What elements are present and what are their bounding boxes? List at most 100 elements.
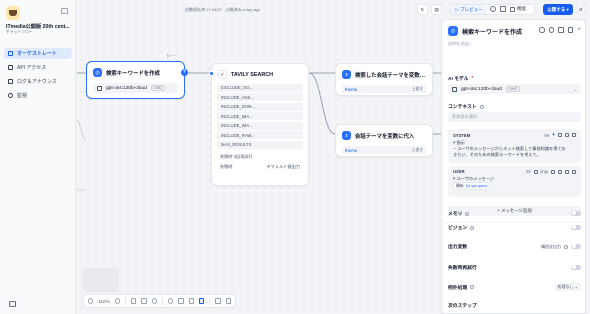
add-node-icon[interactable]	[167, 298, 174, 304]
next-step-row: 次のステップ	[448, 302, 581, 309]
description-input[interactable]: 説明を追加...	[448, 41, 472, 47]
hand-icon[interactable]	[199, 298, 205, 304]
model-badge: CHAT	[505, 86, 520, 92]
sidebar-item-monitor[interactable]: 監視	[4, 90, 72, 101]
variable-mode: 上書き	[411, 86, 423, 91]
delete-icon[interactable]	[558, 169, 562, 174]
expand-icon[interactable]	[572, 133, 576, 137]
features-icon	[510, 6, 515, 12]
user-prompt-actions: 28 jinja	[526, 169, 576, 174]
zoom-in-icon[interactable]	[114, 298, 120, 304]
tavily-search-node[interactable]: ✓ TAVILY SEARCH EXCLUDE_DO... INCLUDE_AN…	[211, 63, 309, 186]
add-note-icon[interactable]	[178, 298, 184, 304]
param-row: INCLUDE_ANS...	[217, 93, 303, 101]
copy-icon[interactable]	[565, 169, 569, 174]
pointer-icon[interactable]	[188, 298, 194, 304]
divider	[442, 222, 585, 223]
vision-toggle[interactable]	[571, 224, 581, 231]
maximize-icon[interactable]	[225, 298, 232, 304]
assign-icon: x	[342, 131, 351, 140]
more-icon[interactable]	[567, 27, 574, 33]
panel-title[interactable]: 検索キーワードを作成	[462, 27, 522, 36]
assign-node-1[interactable]: x 検索した会話テーマを変数に代入 theme 上書き	[335, 63, 433, 96]
history-icon[interactable]	[490, 6, 496, 12]
user-prompt-box[interactable]: USER 28 jinja # ユーザのメッセージ 開始 {x} sys.que…	[448, 166, 581, 197]
panel-header-actions: ×	[539, 27, 581, 33]
structured-output-label: 構造化出力	[541, 243, 561, 249]
checklist-icon[interactable]: ↻	[417, 4, 428, 15]
structured-output-wrap: 構造化出力	[541, 244, 581, 250]
node-title: 検索キーワードを作成	[106, 70, 160, 77]
sidebar-item-orchestrate[interactable]: オーケストレート	[4, 48, 72, 59]
panel-header: ◎ 検索キーワードを作成 ×	[448, 26, 581, 36]
user-label: USER	[453, 169, 465, 174]
system-prompt-box[interactable]: SYSTEM 99 + # 指示 ・ユーザのメッセージからネット検索して事前知識…	[448, 129, 581, 163]
history-icon[interactable]	[151, 298, 157, 304]
system-prompt-text[interactable]: # 指示 ・ユーザのメッセージからネット検索して事前知識を得てお きたい、そのた…	[453, 140, 576, 158]
memory-toggle[interactable]	[571, 210, 581, 217]
sidebar-item-label: 監視	[17, 93, 28, 99]
model-icon	[452, 86, 457, 92]
features-button[interactable]: 機能	[510, 6, 526, 12]
assign-icon: x	[342, 70, 351, 79]
output-variables-label: 出力変数	[448, 245, 468, 250]
redo-icon[interactable]	[141, 298, 147, 304]
model-name: gpt-oss:120b-cloud	[106, 85, 147, 91]
publish-button[interactable]: 公開する ▾	[543, 4, 573, 15]
minimap[interactable]	[83, 268, 119, 292]
exception-handling-select[interactable]: 処理なし ⌄	[554, 283, 581, 291]
section-label: コンテキスト	[448, 105, 477, 110]
app-icon[interactable]	[6, 6, 20, 20]
log-icon	[8, 79, 13, 84]
user-prompt-text[interactable]: # ユーザのメッセージ 開始 {x} sys.query	[453, 176, 576, 190]
zoom-level[interactable]: 110%	[98, 299, 109, 304]
env-variables-icon[interactable]: ▤	[431, 4, 442, 15]
model-selector[interactable]: gpt-oss:120b-cloud CHAT ⌄	[448, 84, 581, 94]
close-icon[interactable]: ×	[577, 27, 581, 33]
variable-icon[interactable]	[558, 133, 562, 137]
system-prompt-header: SYSTEM 99 +	[453, 132, 576, 138]
sidebar-item-api[interactable]: API アクセス	[4, 62, 72, 73]
jinja-label: jinja	[540, 169, 548, 174]
restore-icon[interactable]: ↺	[575, 4, 586, 15]
run-icon[interactable]	[539, 27, 545, 33]
memory-label: メモリ	[448, 212, 463, 217]
help-icon	[564, 244, 568, 249]
assign-node-2[interactable]: x 会話テーマを変数に代入 theme 上書き	[335, 124, 433, 157]
model-name: gpt-oss:120b-cloud	[461, 86, 502, 92]
layout-icon[interactable]	[215, 298, 221, 304]
copy-icon[interactable]	[565, 133, 569, 137]
input-handle[interactable]	[209, 71, 214, 76]
variable-name: theme	[345, 86, 358, 92]
node-toolbar[interactable]: ▷ ⋯	[167, 53, 177, 59]
link-icon[interactable]	[558, 27, 564, 33]
help-icon	[470, 225, 475, 230]
jinja-toggle-icon[interactable]	[533, 169, 538, 174]
expand-panel-icon[interactable]	[9, 301, 16, 307]
undo-icon[interactable]	[130, 298, 137, 304]
variable-reference[interactable]: 開始 {x} sys.query	[453, 182, 491, 190]
settings-icon[interactable]	[500, 6, 506, 12]
add-icon[interactable]: +	[552, 132, 555, 138]
zoom-out-icon[interactable]	[88, 298, 94, 304]
exception-handling-row: 例外処理 処理なし ⌄	[448, 283, 581, 291]
context-variable-select[interactable]: 変数値を選択	[448, 112, 581, 122]
node-header: ✓ TAVILY SEARCH	[212, 64, 308, 82]
structured-output-toggle[interactable]	[571, 243, 581, 250]
expand-icon[interactable]	[572, 169, 576, 174]
help-icon[interactable]	[548, 27, 555, 33]
context-section-label: コンテキスト	[448, 103, 484, 110]
add-next-node-handle[interactable]: +	[181, 69, 188, 76]
node-header: x 検索した会話テーマを変数に代入	[336, 64, 432, 82]
param-row: MAX_RESULTS	[217, 140, 303, 149]
features-label: 機能	[517, 6, 526, 11]
preview-button[interactable]: ▷ プレビュー	[451, 5, 487, 14]
output-variables-row[interactable]: 出力変数 構造化出力	[448, 243, 581, 250]
llm-node[interactable]: ◎ 検索キーワードを作成 gpt-oss:120b-cloud CHAT	[86, 61, 185, 99]
collapse-sidebar-icon[interactable]	[61, 8, 68, 14]
retry-on-failure-toggle[interactable]	[571, 264, 581, 271]
canvas-toolbar: 110%	[83, 294, 236, 308]
variable-icon[interactable]	[551, 169, 555, 174]
sidebar-item-logs[interactable]: ログ＆アナウンス	[4, 76, 72, 87]
context-placeholder: 変数値を選択	[452, 114, 478, 119]
